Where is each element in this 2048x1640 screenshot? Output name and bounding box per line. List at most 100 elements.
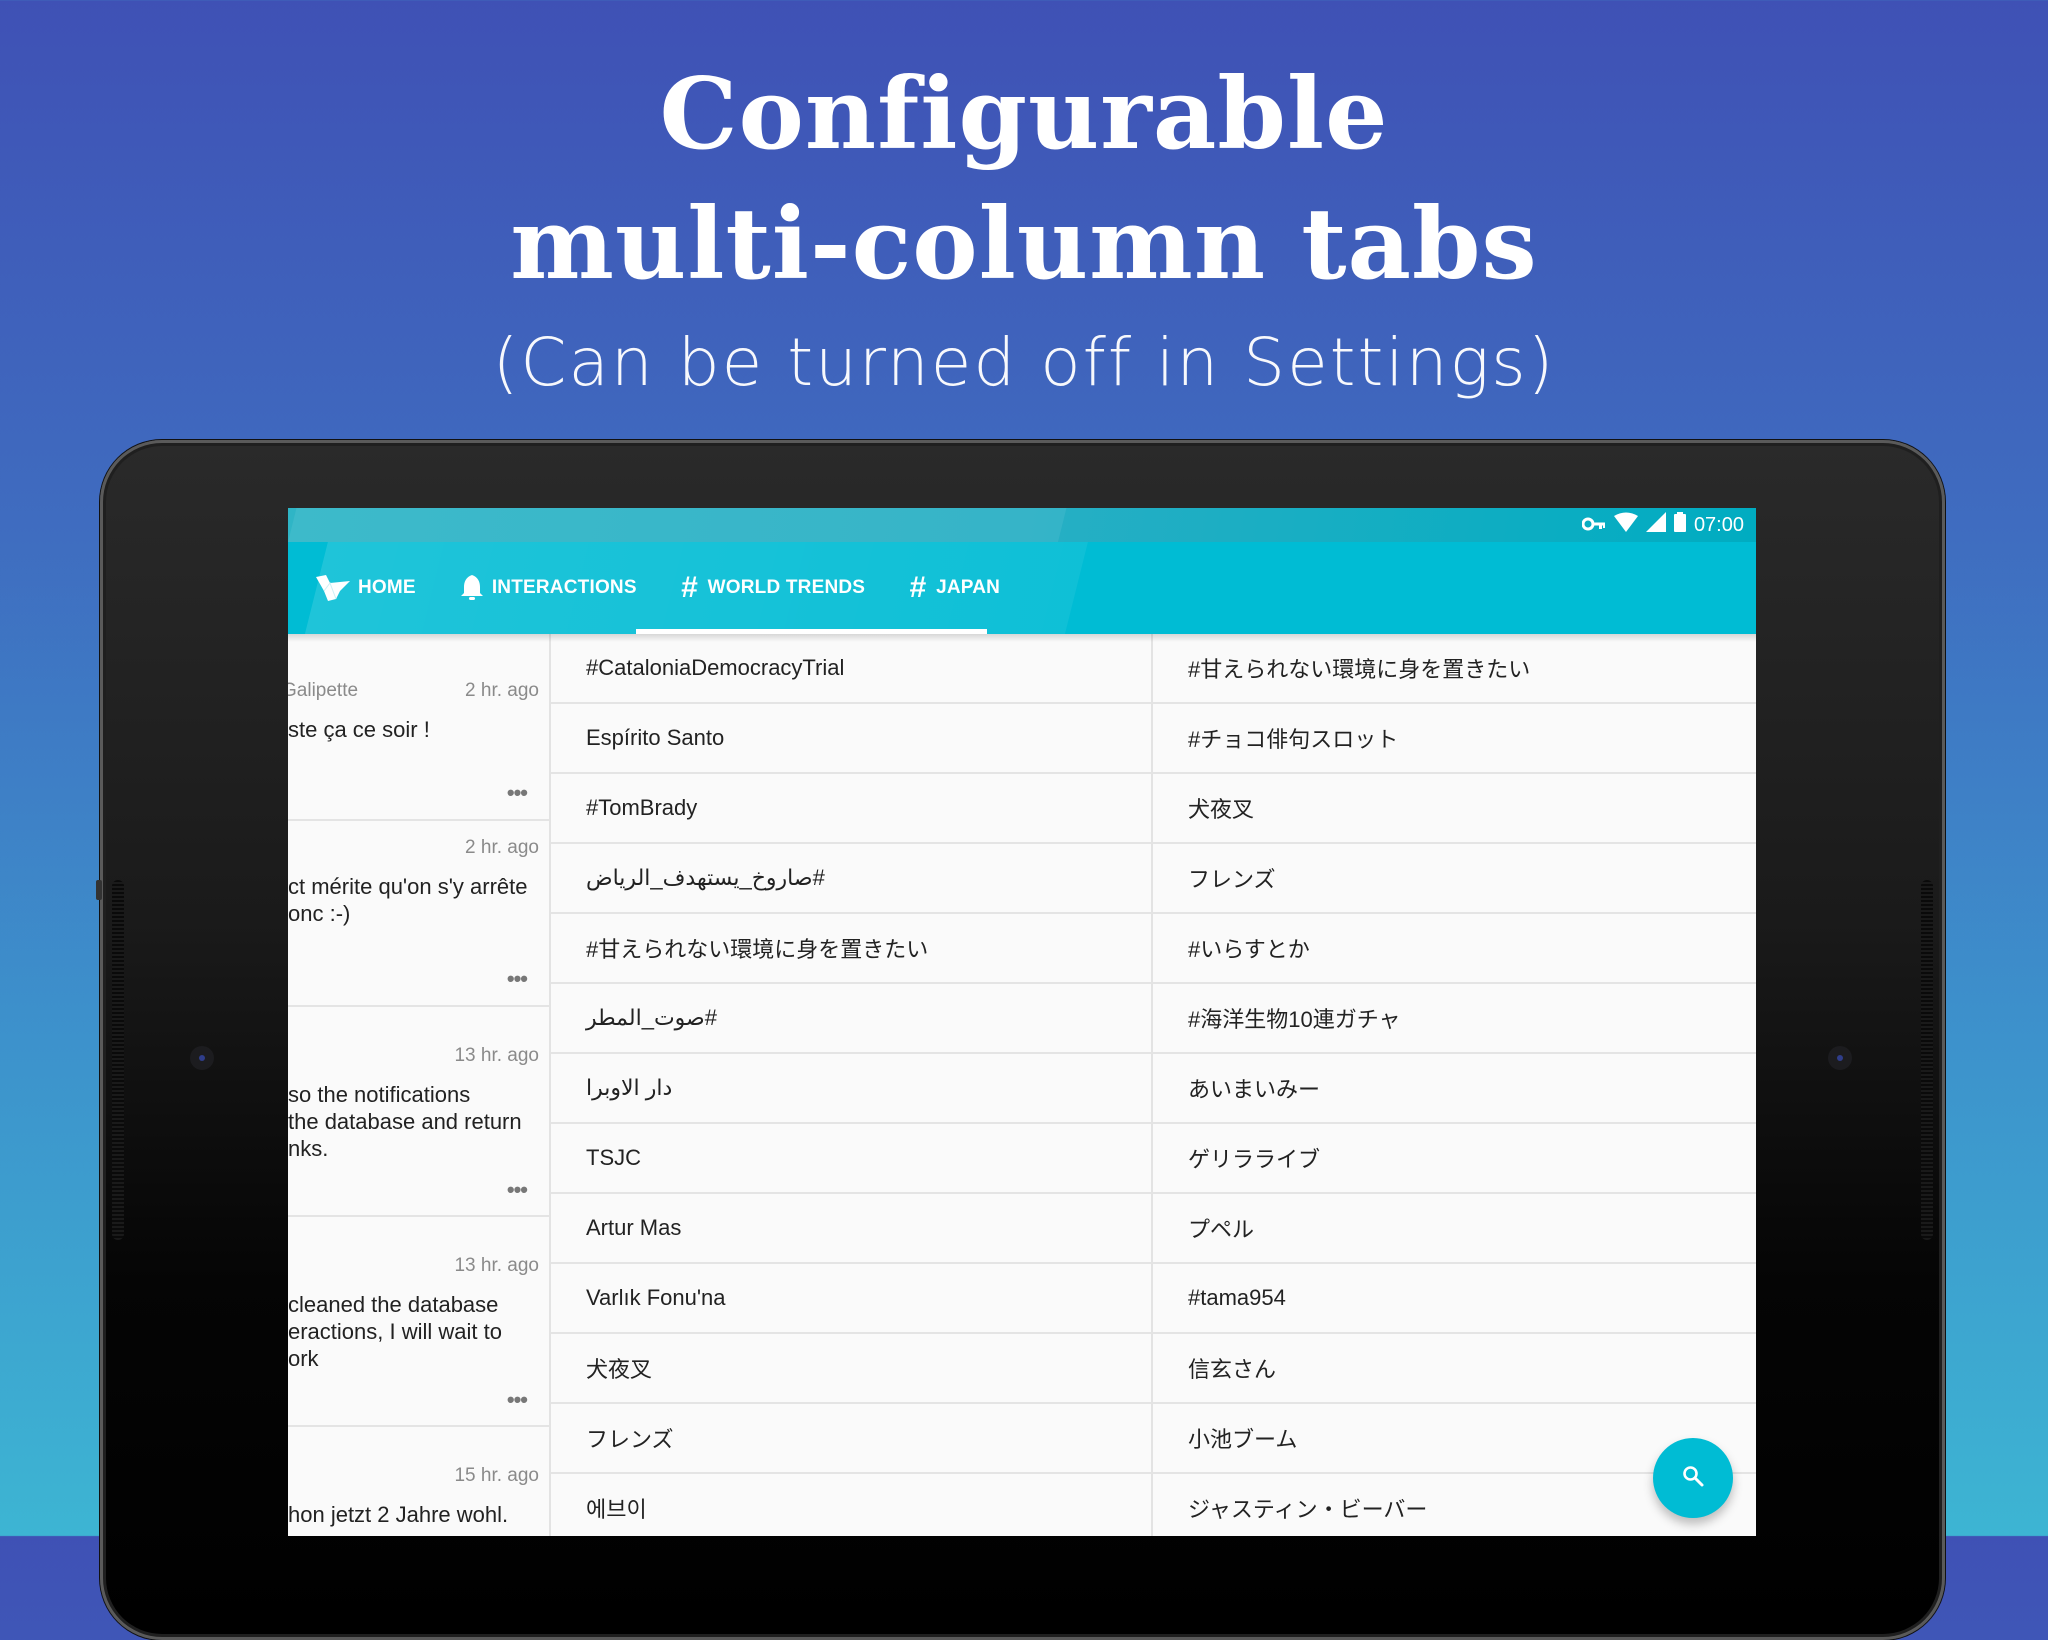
trend-item[interactable]: Espírito Santo <box>551 704 1151 774</box>
trend-label: フレンズ <box>1188 867 1276 892</box>
tab-home-label: HOME <box>358 577 416 598</box>
trend-item[interactable]: 犬夜叉 <box>551 1334 1151 1404</box>
trend-item[interactable]: #チョコ俳句スロット <box>1153 704 1756 774</box>
trend-label: #CataloniaDemocracyTrial <box>586 655 845 680</box>
trend-item[interactable]: プペル <box>1153 1194 1756 1264</box>
trend-item[interactable]: #甘えられない環境に身を置きたい <box>551 914 1151 984</box>
app-screen: 07:00 HOME INTERACTIONS # WORLD TRENDS #… <box>288 508 1756 1536</box>
trend-label: Artur Mas <box>586 1215 682 1240</box>
trend-label: #甘えられない環境に身を置きたい <box>1188 657 1531 682</box>
trend-label: #TomBrady <box>586 795 698 820</box>
trend-label: TSJC <box>586 1145 641 1170</box>
trend-label: 犬夜叉 <box>1188 797 1255 822</box>
trend-label: #甘えられない環境に身を置きたい <box>586 937 929 962</box>
search-icon <box>1681 1464 1705 1493</box>
trend-label: #いらすとか <box>1188 937 1310 962</box>
speaker-grille-right <box>1921 880 1933 1240</box>
tweet-item[interactable]: 13 hr. ago so the notifications the data… <box>288 1007 549 1217</box>
tab-interactions-label: INTERACTIONS <box>491 577 637 598</box>
promo-subtitle: (Can be turned off in Settings) <box>492 324 1556 401</box>
search-fab-button[interactable] <box>1653 1438 1733 1518</box>
trend-label: Varlık Fonu'na <box>586 1285 726 1310</box>
trend-item[interactable]: #صوت_المطر <box>551 984 1151 1054</box>
tab-world-trends[interactable]: # WORLD TRENDS <box>653 542 881 634</box>
status-bar: 07:00 <box>288 508 1756 542</box>
trend-item[interactable]: Artur Mas <box>551 1194 1151 1264</box>
trend-label: 小池ブーム <box>1188 1427 1298 1452</box>
tab-home[interactable]: HOME <box>288 542 432 634</box>
wifi-icon <box>1613 512 1638 538</box>
trend-item[interactable]: Varlık Fonu'na <box>551 1264 1151 1334</box>
world-trends-column[interactable]: #CataloniaDemocracyTrial Espírito Santo … <box>551 634 1153 1536</box>
trend-item[interactable]: #TomBrady <box>551 774 1151 844</box>
trend-label: 信玄さん <box>1188 1357 1277 1382</box>
trend-item[interactable]: あいまいみー <box>1153 1054 1756 1124</box>
trend-item[interactable]: #甘えられない環境に身を置きたい <box>1153 634 1756 704</box>
tweet-time: 2 hr. ago <box>465 680 539 701</box>
cellular-signal-icon <box>1645 512 1666 538</box>
tab-bar-shadow <box>288 634 1756 642</box>
bird-icon <box>316 575 350 601</box>
speaker-grille-left <box>112 880 124 1240</box>
trend-label: #海洋生物10連ガチャ <box>1188 1007 1401 1032</box>
tab-japan-label: JAPAN <box>936 577 1001 598</box>
tweet-item[interactable]: 15 hr. ago hon jetzt 2 Jahre wohl. <box>288 1427 549 1536</box>
tweet-text: so the notifications the database and re… <box>288 1082 522 1161</box>
trend-item[interactable]: ゲリラライブ <box>1153 1124 1756 1194</box>
promo-title-line-1: Configurable <box>659 57 1389 172</box>
trend-item[interactable]: フレンズ <box>551 1404 1151 1474</box>
hashtag-icon: # <box>909 571 927 604</box>
trend-label: あいまいみー <box>1188 1077 1321 1102</box>
more-options-icon[interactable]: ••• <box>507 966 528 992</box>
tweet-time: 15 hr. ago <box>454 1465 539 1486</box>
trend-label: 犬夜叉 <box>586 1357 653 1382</box>
japan-trends-column[interactable]: #甘えられない環境に身を置きたい #チョコ俳句スロット 犬夜叉 フレンズ #いら… <box>1153 634 1756 1536</box>
tweet-time: 2 hr. ago <box>465 837 539 858</box>
trend-item[interactable]: フレンズ <box>1153 844 1756 914</box>
trend-item[interactable]: 犬夜叉 <box>1153 774 1756 844</box>
tweet-text: cleaned the database eractions, I will w… <box>288 1292 502 1371</box>
trend-item[interactable]: #海洋生物10連ガチャ <box>1153 984 1756 1054</box>
trend-item[interactable]: 에브이 <box>551 1474 1151 1536</box>
trend-label: フレンズ <box>586 1427 674 1452</box>
promo-title-line-2: multi-column tabs <box>510 187 1538 302</box>
tweet-author: Galipette <box>288 680 359 701</box>
status-time: 07:00 <box>1693 513 1744 536</box>
trend-item[interactable]: TSJC <box>551 1124 1151 1194</box>
more-options-icon[interactable]: ••• <box>507 1177 528 1203</box>
hashtag-icon: # <box>680 571 698 604</box>
bell-icon <box>460 574 484 602</box>
tweet-time: 13 hr. ago <box>454 1045 539 1066</box>
tweet-item[interactable]: 2 hr. ago ct mérite qu'on s'y arrête onc… <box>288 821 549 1007</box>
trend-label: ゲリラライブ <box>1188 1147 1321 1172</box>
tab-world-trends-label: WORLD TRENDS <box>707 577 866 598</box>
tweet-item[interactable]: Galipette 2 hr. ago ste ça ce soir ! ••• <box>288 634 549 821</box>
tweet-item[interactable]: 13 hr. ago cleaned the database eraction… <box>288 1217 549 1427</box>
tab-japan[interactable]: # JAPAN <box>881 542 1016 634</box>
tab-bar: HOME INTERACTIONS # WORLD TRENDS # JAPAN <box>288 542 1756 634</box>
trend-item[interactable]: 信玄さん <box>1153 1334 1756 1404</box>
more-options-icon[interactable]: ••• <box>507 780 528 806</box>
trend-label: ジャスティン・ビーバー <box>1188 1497 1428 1522</box>
tab-interactions[interactable]: INTERACTIONS <box>432 542 653 634</box>
trend-label: #チョコ俳句スロット <box>1188 727 1399 752</box>
trend-item[interactable]: #tama954 <box>1153 1264 1756 1334</box>
trend-label: Espírito Santo <box>586 725 725 750</box>
trend-label: دار الاوبرا <box>586 1075 673 1100</box>
tablet-side-button <box>96 880 102 900</box>
trend-label: プペル <box>1188 1217 1255 1242</box>
battery-icon <box>1673 512 1686 538</box>
trend-label: #tama954 <box>1188 1285 1286 1310</box>
tweet-text: ct mérite qu'on s'y arrête onc :-) <box>288 874 528 926</box>
tweet-text: hon jetzt 2 Jahre wohl. <box>288 1502 509 1527</box>
trend-item[interactable]: دار الاوبرا <box>551 1054 1151 1124</box>
camera-icon <box>190 1046 214 1070</box>
vpn-key-icon <box>1581 514 1606 537</box>
tweet-time: 13 hr. ago <box>454 1255 539 1276</box>
home-timeline-column[interactable]: Galipette 2 hr. ago ste ça ce soir ! •••… <box>288 634 551 1536</box>
more-options-icon[interactable]: ••• <box>507 1387 528 1413</box>
trend-item[interactable]: #صاروخ_يستهدف_الرياض <box>551 844 1151 914</box>
trend-item[interactable]: #いらすとか <box>1153 914 1756 984</box>
trend-label: 에브이 <box>586 1497 647 1522</box>
trend-item[interactable]: #CataloniaDemocracyTrial <box>551 634 1151 704</box>
